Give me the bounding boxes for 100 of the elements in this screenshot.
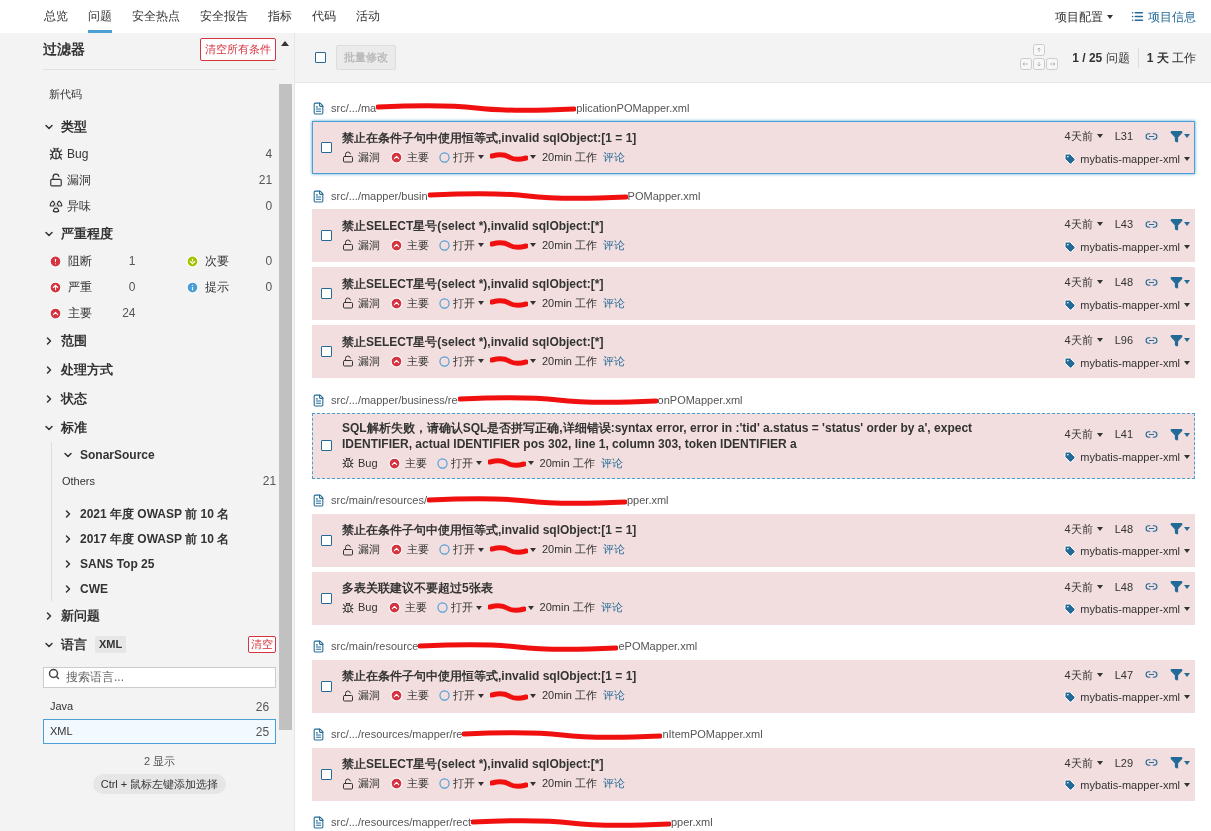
filter-icon[interactable] (1170, 217, 1190, 231)
comment-link[interactable]: 评论 (603, 236, 626, 254)
comment-link[interactable]: 评论 (603, 541, 626, 558)
checkbox[interactable] (321, 346, 332, 357)
status-dropdown[interactable]: 打开 (439, 236, 484, 254)
facet-header[interactable]: 新问题 (43, 601, 100, 630)
nav-tab[interactable]: 安全报告 (200, 0, 248, 33)
filter-icon[interactable] (1170, 580, 1190, 594)
file-path[interactable]: src/.../resources/mapper/re nItemPOMapper.xml (331, 726, 763, 743)
checkbox[interactable] (315, 52, 326, 63)
issue-card[interactable]: 禁止在条件子句中使用恒等式,invalid sqlObject:[1 = 1] 漏洞 主要 打开 20min 工作 评论 4天前 L48 mybatis-mapper-xml (312, 513, 1195, 567)
file-path[interactable]: src/.../resources/mapper/rect pper.xml (331, 814, 713, 831)
filter-icon[interactable] (1170, 333, 1190, 347)
checkbox[interactable] (321, 288, 332, 299)
age-dropdown[interactable]: 4天前 (1064, 216, 1103, 233)
issue-card[interactable]: 禁止SELECT星号(select *),invalid sqlObject:[*] 漏洞 主要 打开 20min 工作 评论 4天前 L43 mybatis-mapper-xml (312, 209, 1195, 262)
project-info-link[interactable]: 项目信息 (1131, 7, 1196, 26)
comment-link[interactable]: 评论 (603, 294, 626, 312)
facet-item[interactable]: 提示 0 (179, 274, 277, 300)
facet-item[interactable]: Java 26 (43, 694, 277, 719)
facet-item[interactable]: 严重 0 (43, 274, 140, 300)
comment-link[interactable]: 评论 (603, 775, 626, 792)
issue-card[interactable]: 禁止SELECT星号(select *),invalid sqlObject:[*] 漏洞 主要 打开 20min 工作 评论 4天前 L48 mybatis-mapper-xml (312, 267, 1195, 320)
facet-item[interactable]: 阻断 1 (43, 248, 140, 274)
facet-item[interactable]: 次要 0 (179, 248, 277, 274)
scrollbar-thumb[interactable] (278, 84, 292, 730)
facet-header[interactable]: 类型 (43, 112, 87, 141)
status-dropdown[interactable]: 打开 (439, 541, 484, 558)
clear-all-button[interactable]: 清空所有条件 (200, 38, 277, 61)
nav-tab[interactable]: 安全热点 (132, 0, 180, 33)
severity-dropdown[interactable]: 主要 (390, 541, 429, 558)
issue-card[interactable]: 禁止在条件子句中使用恒等式,invalid sqlObject:[1 = 1] 漏洞 主要 打开 20min 工作 评论 4天前 L47 mybatis-mapper-xml (312, 659, 1195, 713)
status-dropdown[interactable]: 打开 (436, 455, 482, 472)
file-path[interactable]: src/.../mapper/business/re onPOMapper.xml (331, 391, 743, 409)
file-path[interactable]: src/main/resource ePOMapper.xml (331, 638, 698, 655)
age-dropdown[interactable]: 4天前 (1064, 666, 1103, 683)
severity-dropdown[interactable]: 主要 (390, 687, 429, 704)
tag-dropdown[interactable]: mybatis-mapper-xml (1064, 238, 1190, 255)
file-path[interactable]: src/main/resources/ pper.xml (331, 492, 669, 509)
facet-header[interactable]: 2017 年度 OWASP 前 10 名 (62, 526, 230, 551)
nav-tab[interactable]: 活动 (356, 0, 380, 33)
tag-dropdown[interactable]: mybatis-mapper-xml (1064, 354, 1190, 371)
comment-link[interactable]: 评论 (603, 687, 626, 704)
facet-item[interactable]: Bug 4 (43, 141, 277, 167)
project-config-dropdown[interactable]: 项目配置 (1055, 7, 1113, 26)
issue-message[interactable]: 禁止SELECT星号(select *),invalid sqlObject:[*] (342, 217, 1065, 234)
facet-header[interactable]: 处理方式 (43, 355, 113, 384)
filter-icon[interactable] (1170, 668, 1190, 682)
nav-tab[interactable]: 代码 (312, 0, 336, 33)
issue-message[interactable]: 禁止SELECT星号(select *),invalid sqlObject:[*] (342, 756, 1065, 773)
checkbox[interactable] (321, 142, 332, 153)
issue-card[interactable]: 禁止在条件子句中使用恒等式,invalid sqlObject:[1 = 1] 漏洞 主要 打开 20min 工作 评论 4天前 L31 mybatis-mapper-xml (312, 121, 1195, 174)
checkbox[interactable] (321, 768, 332, 780)
tag-dropdown[interactable]: mybatis-mapper-xml (1064, 543, 1190, 560)
issue-card[interactable] (312, 413, 1195, 479)
facet-header[interactable]: CWE (62, 576, 108, 601)
severity-dropdown[interactable]: 主要 (390, 148, 429, 166)
file-path[interactable]: src/.../ma plicationPOMapper.xml (331, 99, 690, 117)
age-dropdown[interactable]: 4天前 (1064, 128, 1103, 145)
facet-header[interactable]: SANS Top 25 (62, 551, 155, 576)
issue-card[interactable]: 多表关联建议不要超过5张表 Bug 主要 打开 20min 工作 评论 4天前 L48 mybatis-mapper-xml (312, 571, 1195, 625)
tag-dropdown[interactable]: mybatis-mapper-xml (1064, 150, 1190, 167)
tag-dropdown[interactable]: mybatis-mapper-xml (1064, 601, 1190, 618)
status-dropdown[interactable]: 打开 (439, 687, 484, 704)
age-dropdown[interactable]: 4天前 (1064, 274, 1103, 291)
age-dropdown[interactable]: 4天前 (1064, 578, 1103, 595)
tag-dropdown[interactable]: mybatis-mapper-xml (1064, 689, 1190, 706)
filter-icon[interactable] (1170, 756, 1190, 770)
comment-link[interactable]: 评论 (600, 455, 623, 472)
issue-message[interactable]: 禁止在条件子句中使用恒等式,invalid sqlObject:[1 = 1] (342, 668, 1065, 685)
tag-dropdown[interactable]: mybatis-mapper-xml (1064, 448, 1190, 466)
filter-icon[interactable] (1170, 275, 1190, 289)
filter-icon[interactable] (1170, 522, 1190, 536)
facet-item[interactable]: Others 21 (62, 467, 277, 495)
age-dropdown[interactable]: 4天前 (1064, 520, 1103, 537)
age-dropdown[interactable]: 4天前 (1064, 426, 1103, 443)
checkbox[interactable] (321, 440, 332, 452)
issue-message[interactable]: 多表关联建议不要超过5张表 (342, 580, 1065, 597)
facet-header[interactable]: 语言 (43, 630, 87, 659)
facet-header[interactable]: 标准 (43, 413, 87, 442)
severity-dropdown[interactable]: 主要 (387, 599, 427, 616)
status-dropdown[interactable]: 打开 (439, 294, 484, 312)
nav-tab[interactable]: 总览 (44, 0, 68, 33)
status-dropdown[interactable]: 打开 (436, 599, 482, 616)
checkbox[interactable] (321, 680, 332, 692)
status-dropdown[interactable]: 打开 (439, 352, 484, 370)
severity-dropdown[interactable]: 主要 (390, 775, 429, 792)
status-dropdown[interactable]: 打开 (439, 775, 484, 792)
facet-header[interactable]: SonarSource (62, 442, 155, 467)
issue-message[interactable]: 禁止SELECT星号(select *),invalid sqlObject:[*] (342, 333, 1065, 350)
facet-item[interactable]: XML 25 (43, 719, 277, 744)
filter-icon[interactable] (1170, 129, 1190, 143)
issue-message[interactable]: 禁止在条件子句中使用恒等式,invalid sqlObject:[1 = 1] (342, 129, 1065, 146)
issue-message[interactable]: SQL解析失败，请确认SQL是否拼写正确,详细错误:syntax error, error in :'tid' a.status = 'status' order by a', expect IDENTIFIER, actual IDENTIFIER pos 302, line 1, column 303, token IDENTIFIER a (342, 420, 1065, 452)
severity-dropdown[interactable]: 主要 (390, 352, 429, 370)
comment-link[interactable]: 评论 (603, 352, 626, 370)
link-icon[interactable] (1145, 428, 1158, 441)
severity-dropdown[interactable]: 主要 (387, 455, 427, 472)
status-dropdown[interactable]: 打开 (439, 148, 484, 166)
new-code-filter[interactable]: 新代码 (43, 85, 277, 102)
